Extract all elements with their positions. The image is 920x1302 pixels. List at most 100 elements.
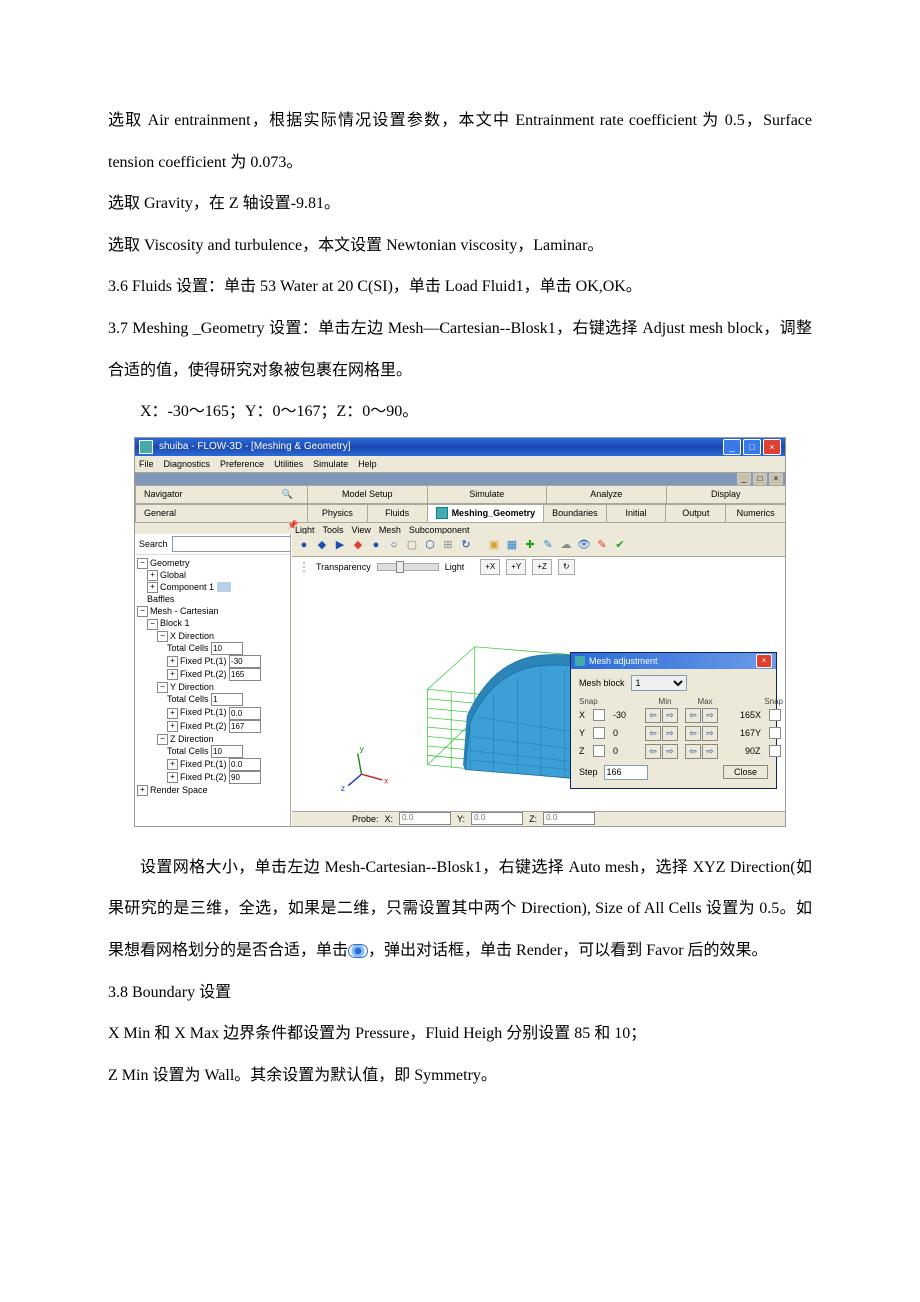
tree-leaf[interactable]: +Fixed Pt.(1) [137, 655, 288, 668]
dec-min-button[interactable]: ⇦ [645, 744, 661, 759]
tree-node-component1[interactable]: +Component 1 [137, 581, 288, 593]
menu-utilities[interactable]: Utilities [274, 459, 303, 469]
tab-physics[interactable]: Physics [307, 504, 368, 522]
pin-icon[interactable]: 📌 [287, 520, 297, 530]
inc-min-button[interactable]: ⇨ [662, 726, 678, 741]
close-button[interactable]: Close [723, 765, 768, 779]
inc-min-button[interactable]: ⇨ [662, 744, 678, 759]
dec-min-button[interactable]: ⇦ [645, 708, 661, 723]
tool-icon[interactable]: ✎ [594, 537, 610, 553]
z-total-cells-input[interactable] [211, 745, 243, 758]
window-titlebar[interactable]: shuiba - FLOW-3D - [Meshing & Geometry] … [135, 438, 785, 456]
tool-icon[interactable]: ● [368, 537, 384, 553]
tree-leaf[interactable]: +Fixed Pt.(2) [137, 771, 288, 784]
snap-max-checkbox[interactable] [769, 727, 781, 739]
tab-navigator[interactable]: Navigator 🔍 [135, 485, 308, 503]
dialog-close-button[interactable]: × [756, 654, 772, 668]
menu-simulate[interactable]: Simulate [313, 459, 348, 469]
tool-icon[interactable]: ✚ [522, 537, 538, 553]
tool-icon[interactable]: ✎ [540, 537, 556, 553]
tree-leaf[interactable]: +Fixed Pt.(1) [137, 706, 288, 719]
transparency-slider[interactable] [377, 563, 439, 571]
axis-reset-button[interactable]: ↻ [558, 559, 575, 575]
tool-icon[interactable]: ● [296, 537, 312, 553]
tree-leaf[interactable]: +Fixed Pt.(2) [137, 720, 288, 733]
snap-min-checkbox[interactable] [593, 745, 605, 757]
snap-max-checkbox[interactable] [769, 709, 781, 721]
mdi-minimize-button[interactable]: _ [737, 473, 751, 485]
snap-min-checkbox[interactable] [593, 727, 605, 739]
tool-icon[interactable]: ▦ [504, 537, 520, 553]
tab-initial[interactable]: Initial [606, 504, 667, 522]
dec-max-button[interactable]: ⇦ [685, 744, 701, 759]
menu-help[interactable]: Help [358, 459, 377, 469]
tool-icon[interactable]: ⊞ [440, 537, 456, 553]
close-button[interactable]: × [763, 439, 781, 455]
y-fp2-input[interactable] [229, 720, 261, 733]
inc-max-button[interactable]: ⇨ [702, 726, 718, 741]
axis-x-button[interactable]: +X [480, 559, 500, 575]
inc-max-button[interactable]: ⇨ [702, 708, 718, 723]
z-fp1-input[interactable] [229, 758, 261, 771]
tree-node-render-space[interactable]: +Render Space [137, 784, 288, 796]
menu-preference[interactable]: Preference [220, 459, 264, 469]
tab-display[interactable]: Display [666, 485, 787, 503]
tool-icon[interactable]: ▣ [486, 537, 502, 553]
tab-simulate[interactable]: Simulate [427, 485, 548, 503]
tool-icon[interactable]: ▢ [404, 537, 420, 553]
tree-node-geometry[interactable]: −Geometry [137, 557, 288, 569]
meshblock-select[interactable]: 1 [631, 675, 687, 691]
tool-icon[interactable]: ▶ [332, 537, 348, 553]
dialog-titlebar[interactable]: Mesh adjustment × [571, 653, 776, 669]
transparency-handle-icon[interactable]: ⋮ [298, 560, 310, 574]
x-total-cells-input[interactable] [211, 642, 243, 655]
y-fp1-input[interactable] [229, 707, 261, 720]
tree-node-block1[interactable]: −Block 1 [137, 617, 288, 629]
tree-node-global[interactable]: +Global [137, 569, 288, 581]
tab-model-setup[interactable]: Model Setup [307, 485, 428, 503]
z-fp2-input[interactable] [229, 771, 261, 784]
tab-output[interactable]: Output [665, 504, 726, 522]
mesh-adjustment-dialog[interactable]: Mesh adjustment × Mesh block 1 Snap [570, 652, 777, 789]
tool-icon[interactable]: ○ [386, 537, 402, 553]
tab-general[interactable]: General [135, 504, 308, 522]
tree-node-baffles[interactable]: Baffles [137, 593, 288, 605]
axis-y-button[interactable]: +Y [506, 559, 526, 575]
tab-numerics[interactable]: Numerics [725, 504, 786, 522]
tab-boundaries[interactable]: Boundaries [543, 504, 607, 522]
tool-icon[interactable]: ✔ [612, 537, 628, 553]
snap-max-checkbox[interactable] [769, 745, 781, 757]
tool-icon[interactable]: ◆ [314, 537, 330, 553]
minimize-button[interactable]: _ [723, 439, 741, 455]
maximize-button[interactable]: □ [743, 439, 761, 455]
menu-diagnostics[interactable]: Diagnostics [164, 459, 211, 469]
inc-min-button[interactable]: ⇨ [662, 708, 678, 723]
tool-icon[interactable]: ⬡ [422, 537, 438, 553]
menu-file[interactable]: File [139, 459, 154, 469]
mdi-close-button[interactable]: × [769, 473, 783, 485]
axis-z-button[interactable]: +Z [532, 559, 552, 575]
tool-icon[interactable]: ☁ [558, 537, 574, 553]
tab-fluids[interactable]: Fluids [367, 504, 428, 522]
dec-max-button[interactable]: ⇦ [685, 726, 701, 741]
dec-max-button[interactable]: ⇦ [685, 708, 701, 723]
tree-node-mesh-cartesian[interactable]: −Mesh - Cartesian [137, 605, 288, 617]
snap-min-checkbox[interactable] [593, 709, 605, 721]
x-fp1-input[interactable] [229, 655, 261, 668]
tab-meshing-geometry[interactable]: Meshing_Geometry [427, 504, 545, 522]
tree-node-zdir[interactable]: −Z Direction [137, 733, 288, 745]
tab-analyze[interactable]: Analyze [546, 485, 667, 503]
tree-leaf[interactable]: +Fixed Pt.(1) [137, 758, 288, 771]
y-total-cells-input[interactable] [211, 693, 243, 706]
inc-max-button[interactable]: ⇨ [702, 744, 718, 759]
x-fp2-input[interactable] [229, 668, 261, 681]
tree-leaf[interactable]: +Fixed Pt.(2) [137, 668, 288, 681]
render-eye-icon[interactable]: 👁 [576, 537, 592, 553]
tree-node-xdir[interactable]: −X Direction [137, 630, 288, 642]
tool-icon[interactable]: ◆ [350, 537, 366, 553]
tree-node-ydir[interactable]: −Y Direction [137, 681, 288, 693]
search-icon[interactable]: 🔍 [282, 489, 293, 500]
search-input[interactable] [172, 536, 291, 552]
step-input[interactable] [604, 765, 648, 780]
dec-min-button[interactable]: ⇦ [645, 726, 661, 741]
